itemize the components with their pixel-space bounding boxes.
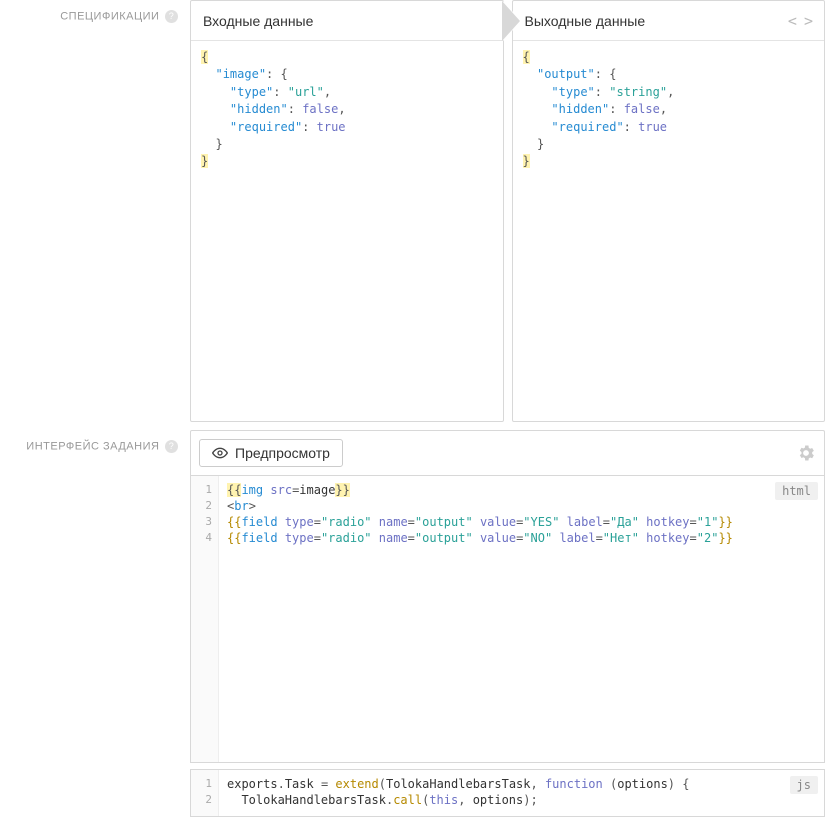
help-icon[interactable]: ? bbox=[165, 440, 178, 453]
output-spec-panel: Выходные данные < > { "output": { "type"… bbox=[512, 0, 826, 422]
input-spec-code[interactable]: { "image": { "type": "url", "hidden": fa… bbox=[191, 41, 503, 421]
spec-section: СПЕЦИФИКАЦИИ ? Входные данные { "image":… bbox=[0, 0, 830, 430]
spec-label: СПЕЦИФИКАЦИИ ? bbox=[0, 0, 190, 430]
interface-label-text: ИНТЕРФЕЙС ЗАДАНИЯ bbox=[26, 440, 159, 452]
interface-label: ИНТЕРФЕЙС ЗАДАНИЯ ? bbox=[0, 430, 190, 817]
help-icon[interactable]: ? bbox=[165, 10, 178, 23]
html-lang-tag: html bbox=[775, 482, 818, 500]
js-code[interactable]: exports.Task = extend(TolokaHandlebarsTa… bbox=[219, 770, 824, 816]
preview-button-label: Предпросмотр bbox=[235, 445, 330, 461]
html-gutter: 1234 bbox=[191, 476, 219, 762]
output-spec-header: Выходные данные < > bbox=[513, 1, 825, 41]
input-spec-title: Входные данные bbox=[203, 13, 313, 29]
arrow-icon bbox=[503, 1, 521, 41]
js-editor[interactable]: 12 exports.Task = extend(TolokaHandlebar… bbox=[190, 769, 825, 817]
js-gutter: 12 bbox=[191, 770, 219, 816]
interface-toolbar: Предпросмотр bbox=[190, 430, 825, 475]
code-toggle-icon[interactable]: < > bbox=[788, 12, 812, 30]
eye-icon bbox=[212, 445, 228, 461]
interface-section: ИНТЕРФЕЙС ЗАДАНИЯ ? Предпросмотр 1234 {{… bbox=[0, 430, 830, 817]
js-lang-tag: js bbox=[790, 776, 818, 794]
output-spec-code[interactable]: { "output": { "type": "string", "hidden"… bbox=[513, 41, 825, 421]
spec-label-text: СПЕЦИФИКАЦИИ bbox=[60, 10, 159, 22]
html-editor[interactable]: 1234 {{img src=image}} <br> {{field type… bbox=[190, 475, 825, 763]
input-spec-panel: Входные данные { "image": { "type": "url… bbox=[190, 0, 504, 422]
gear-icon[interactable] bbox=[796, 443, 816, 463]
preview-button[interactable]: Предпросмотр bbox=[199, 439, 343, 467]
html-code[interactable]: {{img src=image}} <br> {{field type="rad… bbox=[219, 476, 824, 762]
input-spec-header: Входные данные bbox=[191, 1, 503, 41]
output-spec-title: Выходные данные bbox=[525, 13, 646, 29]
